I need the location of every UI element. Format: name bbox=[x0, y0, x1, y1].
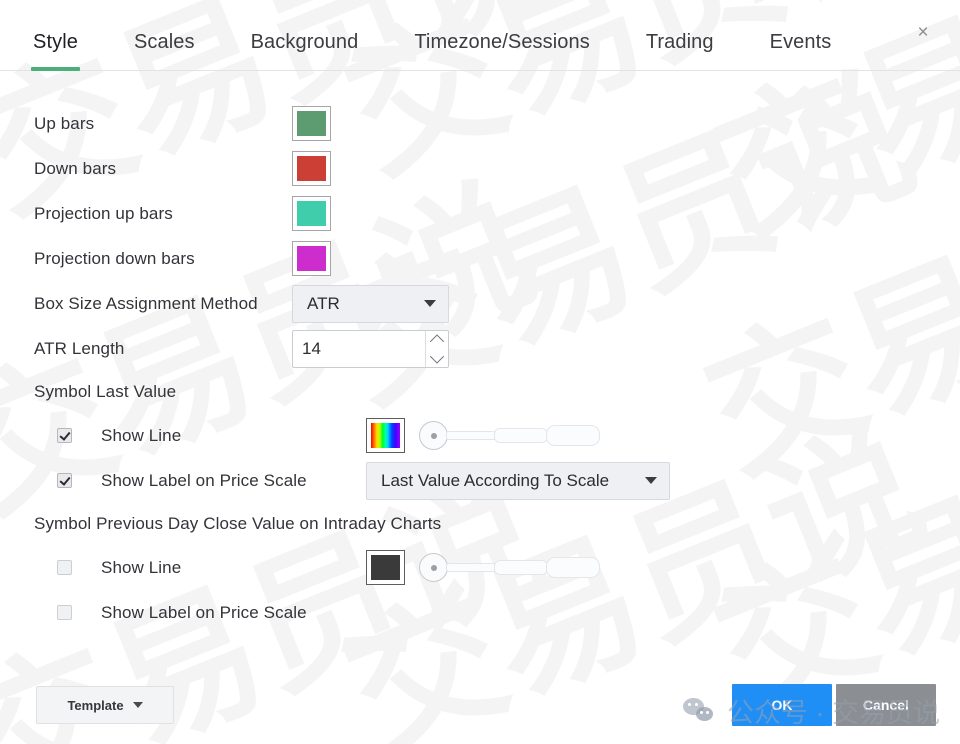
dialog-tabbar: Style Scales Background Timezone/Session… bbox=[0, 0, 960, 71]
row-atr-length: ATR Length bbox=[0, 326, 960, 371]
box-size-assignment-method-value: ATR bbox=[307, 293, 340, 313]
rainbow-gradient-icon bbox=[369, 421, 402, 450]
line-width-thin-segment[interactable] bbox=[446, 563, 496, 572]
template-button[interactable]: Template bbox=[36, 686, 174, 724]
symbol-previous-day-close-title: Symbol Previous Day Close Value on Intra… bbox=[34, 514, 442, 533]
box-size-assignment-method-dropdown[interactable]: ATR bbox=[292, 284, 449, 323]
up-bars-color-swatch[interactable] bbox=[292, 106, 331, 141]
last-value-show-label-label: Show Label on Price Scale bbox=[101, 470, 307, 490]
projection-down-bars-label: Projection down bars bbox=[34, 248, 195, 268]
tab-trading[interactable]: Trading bbox=[646, 31, 714, 70]
last-value-label-mode-dropdown[interactable]: Last Value According To Scale bbox=[366, 461, 670, 500]
row-up-bars: Up bars bbox=[0, 101, 960, 146]
prev-day-show-line-label: Show Line bbox=[101, 557, 182, 577]
template-button-label: Template bbox=[67, 697, 124, 713]
tab-background[interactable]: Background bbox=[251, 31, 359, 70]
atr-length-spinner bbox=[425, 330, 448, 367]
line-width-medium-segment[interactable] bbox=[494, 560, 548, 575]
last-value-color-swatch[interactable] bbox=[366, 418, 405, 453]
projection-up-bars-label: Projection up bars bbox=[34, 203, 173, 223]
down-bars-color-fill bbox=[295, 154, 328, 183]
tab-events[interactable]: Events bbox=[770, 31, 832, 70]
tab-scales[interactable]: Scales bbox=[134, 31, 195, 70]
atr-length-label: ATR Length bbox=[34, 338, 125, 358]
down-bars-label: Down bars bbox=[34, 158, 117, 178]
line-width-knob-icon bbox=[419, 553, 448, 582]
line-width-thick-segment[interactable] bbox=[546, 425, 600, 446]
last-value-show-line-label: Show Line bbox=[101, 425, 182, 445]
tab-list: Style Scales Background Timezone/Session… bbox=[0, 0, 960, 71]
dialog-content: Up bars Down bars Projection up bars Pro… bbox=[0, 71, 960, 666]
chevron-down-icon bbox=[645, 477, 657, 484]
line-width-knob-icon bbox=[419, 421, 448, 450]
prev-day-color-fill bbox=[369, 553, 402, 582]
symbol-last-value-title: Symbol Last Value bbox=[34, 382, 177, 401]
prev-day-show-label-checkbox[interactable] bbox=[57, 605, 72, 620]
projection-down-bars-color-fill bbox=[295, 244, 328, 273]
prev-day-show-line-checkbox[interactable] bbox=[57, 560, 72, 575]
projection-up-bars-color-fill bbox=[295, 199, 328, 228]
atr-length-input[interactable] bbox=[293, 330, 425, 367]
row-prev-day-show-line: Show Line bbox=[0, 545, 960, 590]
tab-style[interactable]: Style bbox=[31, 31, 80, 71]
prev-day-line-width-picker[interactable] bbox=[419, 553, 600, 582]
down-bars-color-swatch[interactable] bbox=[292, 151, 331, 186]
chevron-down-icon bbox=[132, 702, 143, 708]
dialog-footer: Template OK Cancel 公众号 · 交易员说 bbox=[0, 666, 960, 744]
row-projection-down-bars: Projection down bars bbox=[0, 236, 960, 281]
projection-down-bars-color-swatch[interactable] bbox=[292, 241, 331, 276]
row-last-value-show-line: Show Line bbox=[0, 413, 960, 458]
close-icon[interactable]: × bbox=[910, 20, 936, 46]
chart-settings-dialog: Style Scales Background Timezone/Session… bbox=[0, 0, 960, 744]
box-size-assignment-method-label: Box Size Assignment Method bbox=[34, 293, 258, 313]
last-value-show-line-checkbox[interactable] bbox=[57, 428, 72, 443]
last-value-line-style bbox=[366, 418, 600, 453]
footer-actions: OK Cancel bbox=[732, 684, 936, 726]
row-box-size-assignment-method: Box Size Assignment Method ATR bbox=[0, 281, 960, 326]
up-bars-color-fill bbox=[295, 109, 328, 138]
cancel-button[interactable]: Cancel bbox=[836, 684, 936, 726]
line-width-thin-segment[interactable] bbox=[446, 431, 496, 440]
last-value-label-mode-value: Last Value According To Scale bbox=[381, 470, 610, 490]
projection-up-bars-color-swatch[interactable] bbox=[292, 196, 331, 231]
line-width-thick-segment[interactable] bbox=[546, 557, 600, 578]
wechat-icon bbox=[683, 697, 717, 724]
chevron-down-icon bbox=[424, 300, 436, 307]
row-last-value-show-label: Show Label on Price Scale Last Value Acc… bbox=[0, 458, 960, 503]
up-bars-label: Up bars bbox=[34, 113, 95, 133]
prev-day-line-style bbox=[366, 550, 600, 585]
stepper-down-icon[interactable] bbox=[426, 349, 448, 367]
stepper-up-icon[interactable] bbox=[426, 331, 448, 349]
row-prev-day-show-label: Show Label on Price Scale bbox=[0, 590, 960, 635]
tab-timezone-sessions[interactable]: Timezone/Sessions bbox=[414, 31, 589, 70]
atr-length-stepper[interactable] bbox=[292, 329, 449, 368]
row-projection-up-bars: Projection up bars bbox=[0, 191, 960, 236]
row-down-bars: Down bars bbox=[0, 146, 960, 191]
line-width-medium-segment[interactable] bbox=[494, 428, 548, 443]
ok-button[interactable]: OK bbox=[732, 684, 832, 726]
last-value-line-width-picker[interactable] bbox=[419, 421, 600, 450]
prev-day-color-swatch[interactable] bbox=[366, 550, 405, 585]
prev-day-show-label-label: Show Label on Price Scale bbox=[101, 602, 307, 622]
last-value-show-label-checkbox[interactable] bbox=[57, 473, 72, 488]
